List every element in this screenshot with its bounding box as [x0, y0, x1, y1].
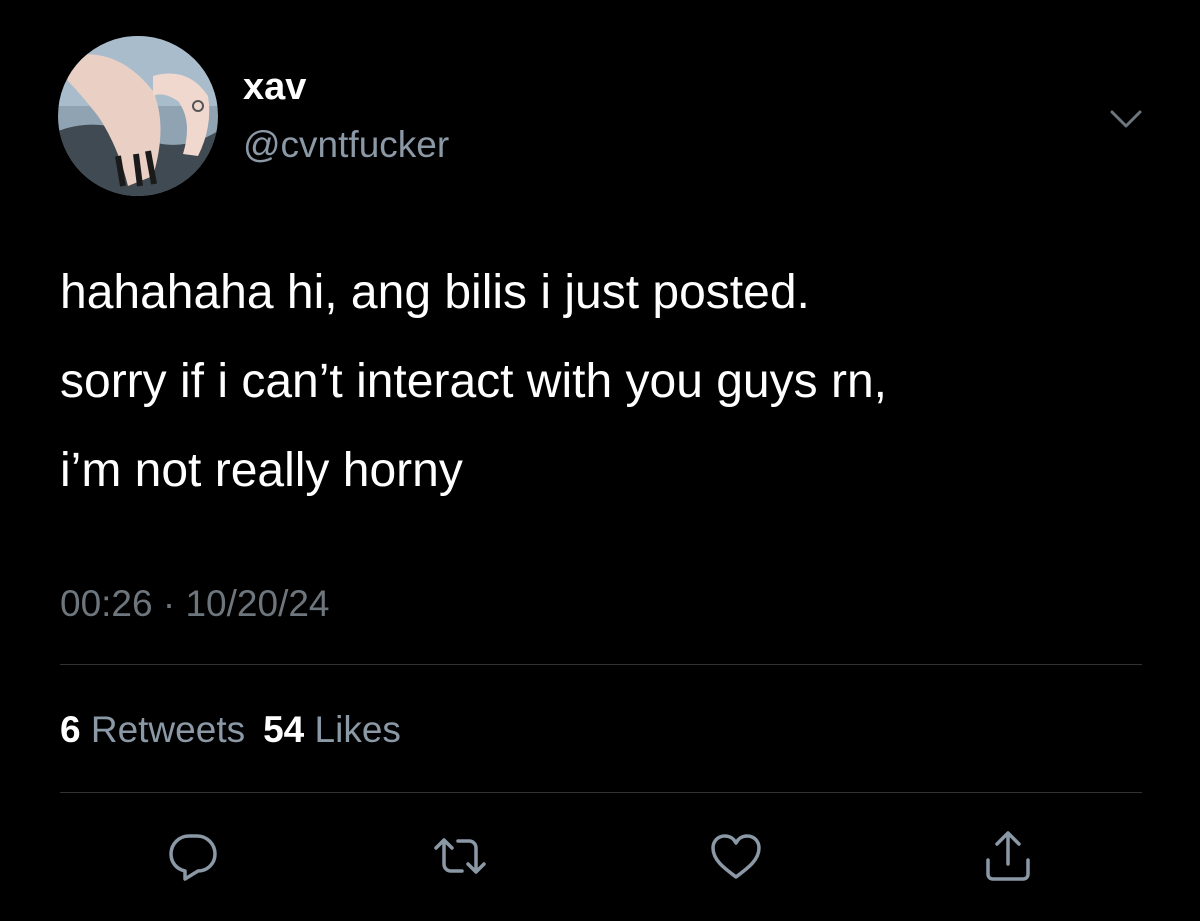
like-button[interactable] — [704, 824, 768, 888]
retweets-stat[interactable]: 6 Retweets — [60, 709, 245, 750]
tweet-timestamp[interactable]: 00:26 · 10/20/24 — [60, 585, 330, 622]
tweet-card: xav @cvntfucker hahahaha hi, ang bilis i… — [0, 0, 1200, 921]
retweets-label: Retweets — [90, 709, 246, 750]
timestamp-separator: · — [162, 583, 176, 624]
likes-count: 54 — [263, 709, 305, 750]
reply-icon — [169, 834, 217, 881]
display-name[interactable]: xav — [243, 68, 306, 106]
tweet-text: hahahaha hi, ang bilis i just posted. so… — [60, 266, 887, 497]
tweet-date: 10/20/24 — [185, 583, 330, 624]
share-button[interactable] — [976, 824, 1040, 888]
reply-button[interactable] — [161, 824, 225, 888]
action-bar — [0, 820, 1200, 900]
avatar-image — [58, 36, 218, 196]
likes-label: Likes — [314, 709, 401, 750]
tweet-stats: 6 Retweets 54 Likes — [60, 711, 401, 748]
likes-stat[interactable]: 54 Likes — [263, 709, 401, 750]
heart-icon — [711, 834, 761, 879]
divider — [60, 664, 1142, 665]
retweet-icon — [434, 838, 486, 874]
tweet-time: 00:26 — [60, 583, 153, 624]
retweet-button[interactable] — [428, 824, 492, 888]
share-icon — [986, 831, 1030, 881]
divider — [60, 792, 1142, 793]
user-handle[interactable]: @cvntfucker — [243, 126, 449, 163]
avatar[interactable] — [58, 36, 218, 196]
retweets-count: 6 — [60, 709, 81, 750]
chevron-down-icon[interactable] — [1106, 98, 1146, 138]
